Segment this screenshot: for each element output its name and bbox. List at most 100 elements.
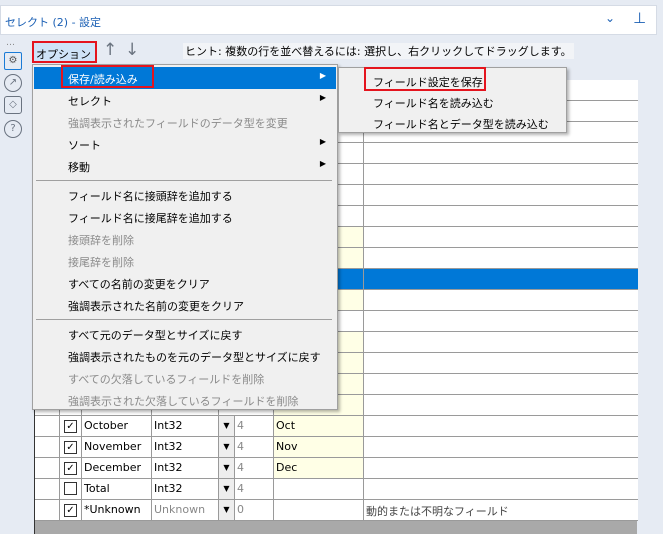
arrow-up-icon[interactable]: ↑ — [103, 40, 117, 60]
field-type[interactable]: Unknown — [152, 500, 219, 520]
menu-item-label: 接頭辞を削除 — [68, 234, 134, 247]
row-header — [35, 479, 60, 499]
options-button[interactable]: オプション ▾ — [32, 41, 97, 75]
description-cell[interactable] — [364, 479, 638, 499]
dropdown-icon[interactable]: ▼ — [219, 458, 235, 478]
checkbox-cell[interactable]: ✓ — [60, 458, 82, 478]
checkbox[interactable] — [64, 482, 77, 495]
grid-cell[interactable] — [364, 248, 638, 268]
row-header — [35, 437, 60, 457]
description-cell[interactable] — [364, 416, 638, 436]
submenu-item[interactable]: フィールド名とデータ型を読み込む — [340, 112, 566, 133]
tag-icon[interactable]: ◇ — [4, 96, 22, 114]
grid-cell[interactable] — [364, 353, 638, 373]
menu-item: 接尾辞を削除 — [34, 250, 336, 272]
field-size[interactable]: 4 — [235, 437, 274, 457]
menu-item[interactable]: 移動 ▶ — [34, 155, 336, 177]
dropdown-icon[interactable]: ▼ — [219, 479, 235, 499]
grid-cell[interactable] — [364, 332, 638, 352]
menu-item: 接頭辞を削除 — [34, 228, 336, 250]
chevron-right-icon: ▶ — [319, 93, 326, 102]
table-row[interactable]: ✓ October Int32 ▼ 4 Oct — [35, 416, 638, 437]
menu-item: 強調表示されたフィールドのデータ型を変更 — [34, 111, 336, 133]
rename-cell[interactable]: Oct — [274, 416, 364, 436]
menu-item[interactable]: 強調表示された名前の変更をクリア — [34, 294, 336, 316]
grid-cell[interactable] — [364, 269, 638, 289]
menu-item[interactable]: ソート ▶ — [34, 133, 336, 155]
field-size[interactable]: 4 — [235, 416, 274, 436]
checkbox-cell[interactable]: ✓ — [60, 437, 82, 457]
table-row[interactable]: ✓ December Int32 ▼ 4 Dec — [35, 458, 638, 479]
grid-cell[interactable] — [364, 395, 638, 415]
title-bar: セレクト (2) - 設定 ⌄ ⊥ — [0, 5, 657, 35]
more-icon[interactable]: … — [6, 38, 16, 48]
rename-cell[interactable]: Dec — [274, 458, 364, 478]
menu-item[interactable]: すべての名前の変更をクリア — [34, 272, 336, 294]
grid-cell[interactable] — [364, 164, 638, 184]
sidebar: … ⚙ ↗ ◇ ? — [0, 38, 26, 534]
menu-item: 強調表示された欠落しているフィールドを削除 — [34, 389, 336, 411]
rename-cell[interactable]: Nov — [274, 437, 364, 457]
field-size[interactable]: 0 — [235, 500, 274, 520]
row-header — [35, 458, 60, 478]
grid-cell[interactable] — [364, 206, 638, 226]
table-row[interactable]: ✓ *Unknown Unknown ▼ 0 動的または不明なフィールド — [35, 500, 638, 521]
field-type[interactable]: Int32 — [152, 479, 219, 499]
description-cell[interactable]: 動的または不明なフィールド — [364, 500, 638, 520]
grid-cell[interactable] — [364, 227, 638, 247]
grid-cell[interactable] — [364, 311, 638, 331]
dropdown-icon[interactable]: ▼ — [219, 437, 235, 457]
dropdown-icon[interactable]: ▼ — [219, 416, 235, 436]
description-cell[interactable] — [364, 458, 638, 478]
field-name: December — [82, 458, 152, 478]
row-header — [35, 416, 60, 436]
menu-item: すべての欠落しているフィールドを削除 — [34, 367, 336, 389]
menu-item[interactable]: 強調表示されたものを元のデータ型とサイズに戻す — [34, 345, 336, 367]
checkbox[interactable]: ✓ — [64, 504, 77, 517]
menu-item[interactable]: フィールド名に接尾辞を追加する — [34, 206, 336, 228]
checkbox-cell[interactable]: ✓ — [60, 416, 82, 436]
question-icon[interactable]: ? — [4, 120, 22, 138]
table-row[interactable]: ✓ November Int32 ▼ 4 Nov — [35, 437, 638, 458]
menu-item-label: すべての欠落しているフィールドを削除 — [68, 373, 265, 386]
rename-cell[interactable] — [274, 479, 364, 499]
checkbox-cell[interactable] — [60, 479, 82, 499]
checkbox[interactable]: ✓ — [64, 441, 77, 454]
field-name: Total — [82, 479, 152, 499]
highlight-box — [364, 67, 486, 91]
grid-cell[interactable] — [364, 290, 638, 310]
arrow-circle-icon[interactable]: ↗ — [4, 74, 22, 92]
checkbox[interactable]: ✓ — [64, 420, 77, 433]
gear-icon[interactable]: ⚙ — [4, 52, 22, 70]
field-name: October — [82, 416, 152, 436]
menu-item-label: セレクト — [68, 95, 112, 108]
arrow-down-icon[interactable]: ↓ — [125, 40, 139, 60]
menu-item[interactable]: すべて元のデータ型とサイズに戻す — [34, 323, 336, 345]
field-type[interactable]: Int32 — [152, 437, 219, 457]
dropdown-icon[interactable]: ▼ — [219, 500, 235, 520]
field-type[interactable]: Int32 — [152, 416, 219, 436]
field-size[interactable]: 4 — [235, 458, 274, 478]
chevron-down-icon[interactable]: ⌄ — [605, 11, 615, 25]
menu-separator — [36, 319, 332, 320]
description-cell[interactable] — [364, 437, 638, 457]
grid-cell[interactable] — [364, 374, 638, 394]
field-name: November — [82, 437, 152, 457]
grid-cell[interactable] — [364, 185, 638, 205]
grid-cell[interactable] — [364, 143, 638, 163]
submenu-item[interactable]: フィールド名を読み込む — [340, 91, 566, 112]
field-name: *Unknown — [82, 500, 152, 520]
menu-item[interactable]: フィールド名に接頭辞を追加する — [34, 184, 336, 206]
checkbox-cell[interactable]: ✓ — [60, 500, 82, 520]
table-row[interactable]: Total Int32 ▼ 4 — [35, 479, 638, 500]
menu-item-label: 強調表示された欠落しているフィールドを削除 — [68, 395, 299, 408]
rename-cell[interactable] — [274, 500, 364, 520]
field-size[interactable]: 4 — [235, 479, 274, 499]
menu-item-label: 移動 — [68, 161, 90, 174]
chevron-right-icon: ▶ — [319, 159, 326, 168]
menu-item[interactable]: セレクト ▶ — [34, 89, 336, 111]
field-type[interactable]: Int32 — [152, 458, 219, 478]
checkbox[interactable]: ✓ — [64, 462, 77, 475]
pin-icon[interactable]: ⊥ — [633, 9, 646, 27]
menu-item-label: 接尾辞を削除 — [68, 256, 134, 269]
